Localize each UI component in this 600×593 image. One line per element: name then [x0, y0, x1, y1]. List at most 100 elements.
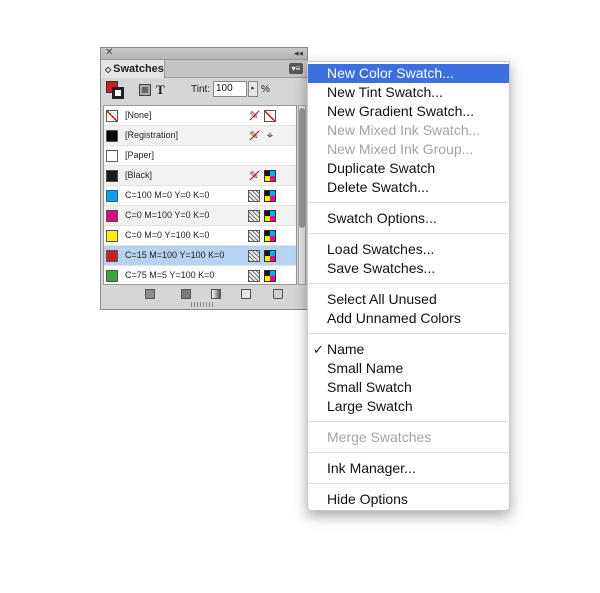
menu-item-delete-swatch[interactable]: Delete Swatch...: [308, 178, 509, 197]
swatch-row[interactable]: C=100 M=0 Y=0 K=0: [104, 186, 296, 206]
show-all-swatches-icon[interactable]: [145, 289, 155, 299]
swatch-row[interactable]: C=75 M=5 Y=100 K=0: [104, 266, 296, 284]
menu-item-save-swatches[interactable]: Save Swatches...: [308, 259, 509, 278]
menu-item-label: Save Swatches...: [327, 260, 436, 276]
swatch-row[interactable]: C=15 M=100 Y=100 K=0: [104, 246, 296, 266]
cmyk-mode-icon: [264, 250, 276, 262]
fill-stroke-icon[interactable]: [106, 81, 124, 99]
swatch-name: C=0 M=100 Y=0 K=0: [125, 210, 210, 220]
swatch-color-chip: [106, 130, 118, 142]
resize-grip-icon[interactable]: [191, 302, 215, 307]
process-color-icon: [248, 190, 260, 202]
cmyk-mode-icon: [264, 270, 276, 282]
swatch-name: C=75 M=5 Y=100 K=0: [125, 270, 215, 280]
panel-title-bar[interactable]: ✕ ◂◂: [101, 46, 307, 60]
non-editable-icon: ✎: [249, 130, 259, 142]
menu-item-new-color-swatch[interactable]: New Color Swatch...: [308, 64, 509, 83]
none-color-icon: [264, 110, 276, 122]
panel-tab-row: ◇ Swatches ▾≡: [101, 60, 307, 78]
show-color-swatches-icon[interactable]: [181, 289, 191, 299]
swatch-list: [None] ✎ [Registration] ✎ ⌖ [Paper] [Black] ✎ C=…: [103, 105, 297, 285]
swatch-color-chip: [106, 270, 118, 282]
menu-item-small-swatch[interactable]: Small Swatch: [308, 378, 509, 397]
non-editable-icon: ✎: [249, 110, 259, 122]
swatch-row[interactable]: C=0 M=0 Y=100 K=0: [104, 226, 296, 246]
menu-item-new-tint-swatch[interactable]: New Tint Swatch...: [308, 83, 509, 102]
process-color-icon: [248, 230, 260, 242]
swatch-row[interactable]: C=0 M=100 Y=0 K=0: [104, 206, 296, 226]
menu-item-select-all-unused[interactable]: Select All Unused: [308, 290, 509, 309]
swatches-panel-menu: New Color Swatch... New Tint Swatch... New…: [307, 61, 510, 511]
menu-item-label: Add Unnamed Colors: [327, 310, 461, 326]
menu-separator: [308, 421, 509, 422]
show-gradient-swatches-icon[interactable]: [211, 289, 221, 299]
cmyk-mode-icon: [264, 170, 276, 182]
process-color-icon: [248, 270, 260, 282]
menu-item-add-unnamed-colors[interactable]: Add Unnamed Colors: [308, 309, 509, 328]
panel-menu-button[interactable]: ▾≡: [289, 63, 303, 74]
menu-item-hide-options[interactable]: Hide Options: [308, 490, 509, 509]
swatch-name: C=15 M=100 Y=100 K=0: [125, 250, 225, 260]
menu-item-small-name[interactable]: Small Name: [308, 359, 509, 378]
cmyk-mode-icon: [264, 210, 276, 222]
swatch-name: [Black]: [125, 170, 153, 180]
tab-swatches-label: Swatches: [113, 63, 164, 75]
menu-item-label: Small Name: [327, 360, 404, 376]
cmyk-mode-icon: [264, 190, 276, 202]
menu-item-label: New Mixed Ink Swatch...: [327, 122, 481, 138]
tab-swatches[interactable]: ◇ Swatches: [101, 60, 165, 78]
new-swatch-icon[interactable]: [241, 289, 251, 299]
menu-item-duplicate-swatch[interactable]: Duplicate Swatch: [308, 159, 509, 178]
menu-item-label: Hide Options: [327, 491, 408, 507]
swatch-color-chip: [106, 210, 118, 222]
menu-separator: [308, 202, 509, 203]
swatch-row[interactable]: [Paper]: [104, 146, 296, 166]
collapse-icon[interactable]: ◂◂: [294, 46, 303, 60]
menu-item-label: Delete Swatch...: [327, 179, 429, 195]
menu-item-new-gradient-swatch[interactable]: New Gradient Swatch...: [308, 102, 509, 121]
menu-separator: [308, 483, 509, 484]
swatch-name: [Paper]: [125, 150, 155, 160]
tab-expand-icon: ◇: [105, 65, 112, 74]
menu-separator: [308, 283, 509, 284]
swatch-row[interactable]: [Registration] ✎ ⌖: [104, 126, 296, 146]
trash-icon[interactable]: [273, 289, 283, 299]
swatch-color-chip: [106, 110, 118, 122]
menu-item-new-mixed-ink-swatch: New Mixed Ink Swatch...: [308, 121, 509, 140]
formatting-container-icon[interactable]: [139, 84, 151, 96]
swatch-name: [Registration]: [125, 130, 179, 140]
swatch-row[interactable]: [None] ✎: [104, 106, 296, 126]
menu-item-label: Ink Manager...: [327, 460, 416, 476]
menu-item-label: Select All Unused: [327, 291, 437, 307]
formatting-text-icon[interactable]: T: [156, 82, 165, 98]
process-color-icon: [248, 250, 260, 262]
menu-item-ink-manager[interactable]: Ink Manager...: [308, 459, 509, 478]
scrollbar-thumb[interactable]: [299, 108, 305, 228]
menu-item-large-swatch[interactable]: Large Swatch: [308, 397, 509, 416]
tint-percent: %: [261, 84, 270, 95]
swatch-name: C=100 M=0 Y=0 K=0: [125, 190, 210, 200]
registration-icon: ⌖: [266, 130, 274, 142]
swatch-color-chip: [106, 250, 118, 262]
swatch-color-chip: [106, 170, 118, 182]
stroke-swatch[interactable]: [112, 87, 124, 99]
menu-item-label: New Tint Swatch...: [327, 84, 443, 100]
swatches-toolbar: T Tint: 100 ▸ %: [101, 79, 307, 101]
swatch-name: [None]: [125, 110, 152, 120]
tint-dropdown-button[interactable]: ▸: [248, 81, 258, 97]
swatch-row[interactable]: [Black] ✎: [104, 166, 296, 186]
cmyk-mode-icon: [264, 230, 276, 242]
menu-item-new-mixed-ink-group: New Mixed Ink Group...: [308, 140, 509, 159]
menu-item-swatch-options[interactable]: Swatch Options...: [308, 209, 509, 228]
menu-item-label: New Color Swatch...: [327, 65, 454, 81]
menu-item-name[interactable]: ✓ Name: [308, 340, 509, 359]
swatch-color-chip: [106, 150, 118, 162]
menu-item-label: Load Swatches...: [327, 241, 435, 257]
swatch-list-scrollbar[interactable]: [298, 105, 306, 285]
menu-item-load-swatches[interactable]: Load Swatches...: [308, 240, 509, 259]
menu-item-label: Large Swatch: [327, 398, 413, 414]
tint-input[interactable]: 100: [213, 81, 247, 97]
process-color-icon: [248, 210, 260, 222]
menu-item-label: Merge Swatches: [327, 429, 432, 445]
close-icon[interactable]: ✕: [105, 46, 113, 60]
